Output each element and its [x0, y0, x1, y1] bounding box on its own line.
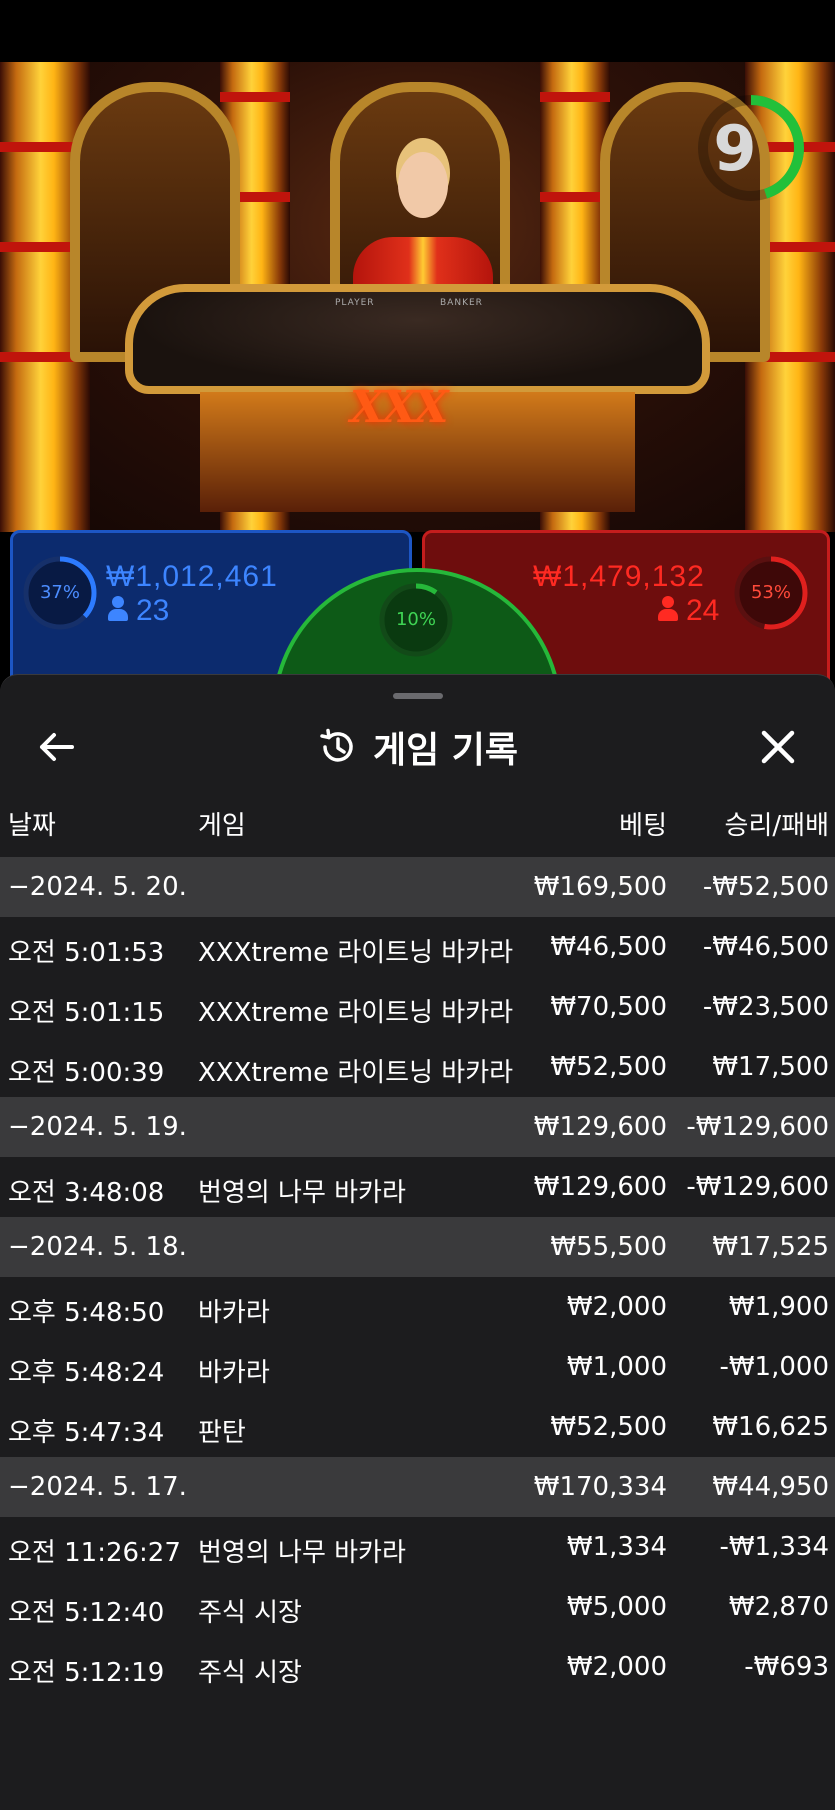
- person-icon: [658, 596, 678, 622]
- history-entry-row[interactable]: 오후 5:47:34 판탄 ₩52,500 ₩16,625: [0, 1397, 835, 1457]
- row-bet-amount: ₩5,000: [566, 1592, 667, 1622]
- row-result-amount: -₩52,500: [702, 872, 829, 902]
- row-game-name: 바카라: [198, 1298, 270, 1328]
- column-header-result: 승리/패배: [724, 811, 829, 841]
- row-game-name: 번영의 나무 바카라: [198, 1538, 406, 1568]
- history-entry-row[interactable]: 오전 3:48:08 번영의 나무 바카라 ₩129,600 -₩129,600: [0, 1157, 835, 1217]
- row-bet-amount: ₩70,500: [550, 992, 667, 1022]
- row-game-name: 주식 시장: [198, 1598, 302, 1628]
- dealer-head: [398, 152, 448, 218]
- table-banker-label: BANKER: [440, 298, 483, 308]
- row-result-amount: ₩44,950: [712, 1472, 829, 1502]
- history-entry-row[interactable]: 오전 5:12:40 주식 시장 ₩5,000 ₩2,870: [0, 1577, 835, 1637]
- row-bet-amount: ₩129,600: [533, 1112, 667, 1142]
- player-count-value: 23: [136, 594, 170, 627]
- row-date-time: −2024. 5. 20.: [8, 872, 187, 902]
- row-bet-amount: ₩170,334: [533, 1472, 667, 1502]
- row-game-name: 주식 시장: [198, 1658, 302, 1688]
- row-date-time: 오전 11:26:27: [8, 1538, 181, 1568]
- person-icon: [108, 596, 128, 622]
- banker-percent: 53%: [750, 582, 791, 603]
- row-date-time: 오후 5:47:34: [8, 1418, 165, 1448]
- date-summary-row: −2024. 5. 20. ₩169,500 -₩52,500: [0, 857, 835, 917]
- row-result-amount: ₩16,625: [712, 1412, 829, 1442]
- game-history-sheet: 게임 기록 날짜 게임 베팅 승리/패배 −2024. 5. 20. ₩169,5…: [0, 674, 835, 1810]
- row-bet-amount: ₩55,500: [550, 1232, 667, 1262]
- row-game-name: XXXtreme 라이트닝 바카라: [198, 1058, 514, 1088]
- list-fade-overlay: [0, 1685, 835, 1810]
- row-bet-amount: ₩1,334: [566, 1532, 667, 1562]
- row-result-amount: -₩129,600: [686, 1112, 829, 1142]
- history-entry-row[interactable]: 오전 5:01:15 XXXtreme 라이트닝 바카라 ₩70,500 -₩23,5…: [0, 977, 835, 1037]
- history-clock-icon: [320, 728, 353, 762]
- row-bet-amount: ₩52,500: [550, 1412, 667, 1442]
- column-header-date: 날짜: [8, 811, 56, 841]
- row-result-amount: -₩46,500: [702, 932, 829, 962]
- row-result-amount: ₩1,900: [728, 1292, 829, 1322]
- history-entry-row[interactable]: 오후 5:48:24 바카라 ₩1,000 -₩1,000: [0, 1337, 835, 1397]
- row-game-name: 판탄: [198, 1418, 246, 1448]
- history-entry-row[interactable]: 오전 5:00:39 XXXtreme 라이트닝 바카라 ₩52,500 ₩17,50…: [0, 1037, 835, 1097]
- row-bet-amount: ₩169,500: [533, 872, 667, 902]
- history-entry-row[interactable]: 오전 11:26:27 번영의 나무 바카라 ₩1,334 -₩1,334: [0, 1517, 835, 1577]
- close-icon: [761, 730, 795, 764]
- date-summary-row: −2024. 5. 18. ₩55,500 ₩17,525: [0, 1217, 835, 1277]
- date-summary-row: −2024. 5. 17. ₩170,334 ₩44,950: [0, 1457, 835, 1517]
- history-entry-row[interactable]: 오전 5:01:53 XXXtreme 라이트닝 바카라 ₩46,500 -₩46,5…: [0, 917, 835, 977]
- history-entry-row[interactable]: 오후 5:48:50 바카라 ₩2,000 ₩1,900: [0, 1277, 835, 1337]
- row-game-name: XXXtreme 라이트닝 바카라: [198, 938, 514, 968]
- banker-count-value: 24: [686, 594, 720, 627]
- row-result-amount: -₩1,000: [719, 1352, 829, 1382]
- row-date-time: 오전 5:01:53: [8, 938, 165, 968]
- banker-total-amount: ₩1,479,132: [533, 560, 705, 593]
- row-game-name: XXXtreme 라이트닝 바카라: [198, 998, 514, 1028]
- player-bettor-count: 23: [108, 594, 169, 628]
- row-result-amount: -₩129,600: [686, 1172, 829, 1202]
- tie-percent: 10%: [395, 609, 436, 630]
- row-date-time: 오후 5:48:50: [8, 1298, 165, 1328]
- player-percent: 37%: [39, 582, 80, 603]
- row-date-time: 오전 5:12:40: [8, 1598, 165, 1628]
- row-result-amount: ₩17,525: [712, 1232, 829, 1262]
- row-result-amount: ₩17,500: [712, 1052, 829, 1082]
- drag-handle[interactable]: [393, 693, 443, 699]
- table-player-label: PLAYER: [335, 298, 375, 308]
- row-date-time: 오전 5:01:15: [8, 998, 165, 1028]
- sheet-header: 게임 기록: [0, 719, 835, 775]
- row-bet-amount: ₩52,500: [550, 1052, 667, 1082]
- close-button[interactable]: [750, 723, 806, 771]
- row-bet-amount: ₩2,000: [566, 1292, 667, 1322]
- baccarat-table: [125, 284, 710, 394]
- player-total-amount: ₩1,012,461: [106, 560, 278, 593]
- round-timer-value: 9: [713, 112, 757, 185]
- row-date-time: −2024. 5. 18.: [8, 1232, 187, 1262]
- column-header-bet: 베팅: [619, 811, 667, 841]
- row-date-time: −2024. 5. 17.: [8, 1472, 187, 1502]
- row-bet-amount: ₩2,000: [566, 1652, 667, 1682]
- row-bet-amount: ₩1,000: [566, 1352, 667, 1382]
- row-date-time: 오전 5:00:39: [8, 1058, 165, 1088]
- row-result-amount: ₩2,870: [728, 1592, 829, 1622]
- row-bet-amount: ₩129,600: [533, 1172, 667, 1202]
- column-header-game: 게임: [198, 811, 246, 841]
- row-result-amount: -₩23,500: [702, 992, 829, 1022]
- xxx-logo: XXX: [350, 382, 448, 433]
- row-date-time: 오전 5:12:19: [8, 1658, 165, 1688]
- row-game-name: 바카라: [198, 1358, 270, 1388]
- row-date-time: 오후 5:48:24: [8, 1358, 165, 1388]
- row-date-time: 오전 3:48:08: [8, 1178, 165, 1208]
- row-bet-amount: ₩46,500: [550, 932, 667, 962]
- date-summary-row: −2024. 5. 19. ₩129,600 -₩129,600: [0, 1097, 835, 1157]
- row-result-amount: -₩1,334: [719, 1532, 829, 1562]
- row-date-time: −2024. 5. 19.: [8, 1112, 187, 1142]
- sheet-title: 게임 기록: [372, 730, 518, 771]
- row-game-name: 번영의 나무 바카라: [198, 1178, 406, 1208]
- row-result-amount: -₩693: [744, 1652, 829, 1682]
- banker-bettor-count: 24: [658, 594, 719, 628]
